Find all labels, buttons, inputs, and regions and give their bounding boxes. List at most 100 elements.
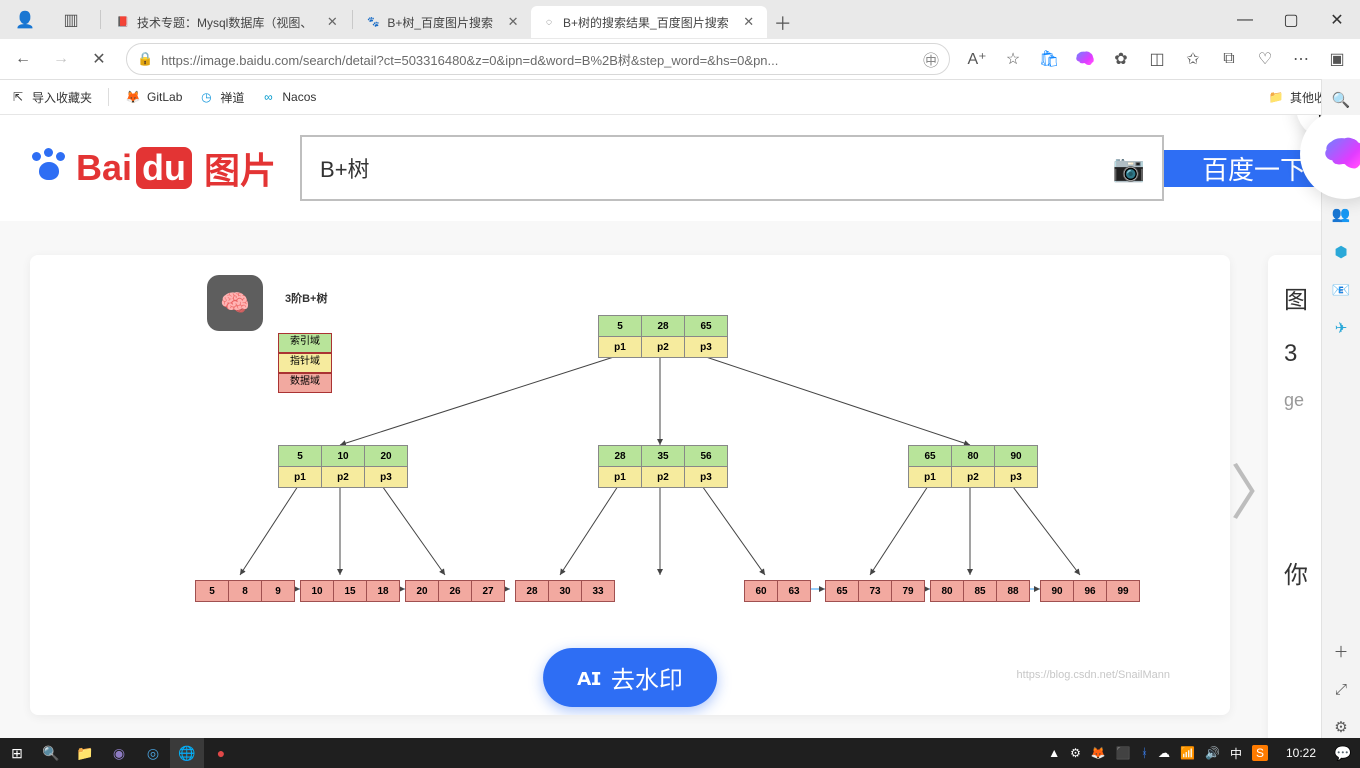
tray-overflow-icon[interactable]: ▲ (1048, 746, 1060, 760)
tab-favicon: 📕 (115, 14, 131, 30)
forward-button: → (44, 43, 78, 75)
tray-bluetooth-icon[interactable]: ᚼ (1141, 746, 1148, 760)
tree-internal-node: 658090 p1p2p3 (908, 445, 1038, 488)
import-bookmarks-button[interactable]: ⇱ 导入收藏夹 (10, 89, 92, 106)
collections-icon[interactable]: ⧉ (1212, 43, 1246, 75)
notifications-icon[interactable]: 💬 (1326, 738, 1360, 768)
tray-ime-icon[interactable]: 中 (1230, 745, 1242, 762)
back-button[interactable]: ← (6, 43, 40, 75)
tray-sogou-icon[interactable]: S (1252, 745, 1268, 761)
browser-tab-0[interactable]: 📕 技术专题：Mysql数据库（视图、 ✕ (105, 6, 350, 38)
tray-icon[interactable]: ⚙ (1070, 746, 1081, 760)
shopping-icon[interactable]: 🛍 (1032, 43, 1066, 75)
tab-label: B+树_百度图片搜索 (387, 14, 493, 31)
taskbar-explorer-icon[interactable]: 📁 (68, 738, 102, 768)
bookmark-label: Nacos (282, 90, 316, 104)
stop-button[interactable]: ✕ (82, 43, 116, 75)
sidebar-toggle-icon[interactable]: ▣ (1320, 43, 1354, 75)
favorites-list-icon[interactable]: ✩ (1176, 43, 1210, 75)
tab-label: 技术专题：Mysql数据库（视图、 (137, 14, 312, 31)
legend-pointer: 指针域 (278, 353, 332, 373)
bookmarks-bar: ⇱ 导入收藏夹 🦊 GitLab ◷ 禅道 ∞ Nacos 📁 其他收藏夹 (0, 80, 1360, 115)
more-icon[interactable]: ⋯ (1284, 43, 1318, 75)
taskbar-app-icon[interactable]: ◉ (102, 738, 136, 768)
windows-taskbar: ⊞ 🔍 📁 ◉ ◎ 🌐 ● ▲ ⚙ 🦊 ⬛ ᚼ ☁ 📶 🔊 中 S 10:22 … (0, 738, 1360, 768)
profile-icon[interactable]: 👤 (8, 4, 42, 36)
read-aloud-icon[interactable]: A⁺ (960, 43, 994, 75)
diagram-legend: 索引域 指针域 数据域 (278, 333, 332, 393)
nacos-icon: ∞ (260, 89, 276, 105)
tab-actions-icon[interactable]: ▥ (54, 4, 88, 36)
tree-leaf-node: 657379 (825, 580, 925, 602)
sidebar-search-icon[interactable]: 🔍 (1330, 89, 1352, 111)
heart-icon[interactable]: ♡ (1248, 43, 1282, 75)
tree-internal-node: 51020 p1p2p3 (278, 445, 408, 488)
baidu-paw-icon (30, 148, 70, 188)
tray-icon[interactable]: ⬛ (1116, 746, 1131, 760)
ai-icon: ᴀɪ (577, 664, 601, 692)
sidebar-people-icon[interactable]: 👥 (1330, 203, 1352, 225)
tray-wifi-icon[interactable]: 📶 (1180, 746, 1195, 760)
taskbar-clock[interactable]: 10:22 (1276, 746, 1326, 760)
tree-leaf-node: 808588 (930, 580, 1030, 602)
browser-tab-1[interactable]: 🐾 B+树_百度图片搜索 ✕ (355, 6, 531, 38)
button-label: 去水印 (611, 660, 683, 695)
extensions-icon[interactable]: ✿ (1104, 43, 1138, 75)
sidebar-send-icon[interactable]: ✈ (1330, 317, 1352, 339)
close-window-button[interactable]: ✕ (1314, 0, 1360, 39)
search-box: 📷 (300, 135, 1164, 201)
tray-cloud-icon[interactable]: ☁ (1158, 746, 1170, 760)
sidebar-outlook-icon[interactable]: 📧 (1330, 279, 1352, 301)
new-tab-button[interactable]: ＋ (767, 6, 799, 39)
folder-icon: 📁 (1268, 89, 1284, 105)
tree-leaf-node: 101518 (300, 580, 400, 602)
baidu-search-header: Baidu图片 📷 百度一下 (0, 115, 1360, 221)
browser-titlebar: 👤 ▥ 📕 技术专题：Mysql数据库（视图、 ✕ 🐾 B+树_百度图片搜索 ✕… (0, 0, 1360, 39)
brain-icon[interactable]: 🧠 (1068, 43, 1102, 75)
taskbar-search-icon[interactable]: 🔍 (34, 738, 68, 768)
translate-icon[interactable]: ㊥ (923, 47, 939, 71)
import-icon: ⇱ (10, 89, 26, 105)
remove-watermark-button[interactable]: ᴀɪ 去水印 (543, 648, 717, 707)
zentao-icon: ◷ (198, 89, 214, 105)
sidebar-capture-icon[interactable]: ⤢ (1330, 678, 1352, 700)
start-button[interactable]: ⊞ (0, 738, 34, 768)
sidebar-add-icon[interactable]: ＋ (1330, 640, 1352, 662)
bookmark-zentao[interactable]: ◷ 禅道 (198, 89, 244, 106)
bplus-tree-diagram: 🧠 3阶B+树 索引域 指针域 数据域 (30, 255, 1230, 715)
maximize-button[interactable]: ▢ (1268, 0, 1314, 39)
split-screen-icon[interactable]: ◫ (1140, 43, 1174, 75)
bookmark-gitlab[interactable]: 🦊 GitLab (125, 89, 182, 105)
tray-volume-icon[interactable]: 🔊 (1205, 746, 1220, 760)
bookmark-label: 禅道 (220, 89, 244, 106)
address-bar[interactable]: 🔒 https://image.baidu.com/search/detail?… (126, 43, 950, 75)
sidebar-settings-icon[interactable]: ⚙ (1330, 716, 1352, 738)
favorite-icon[interactable]: ☆ (996, 43, 1030, 75)
tray-icon[interactable]: 🦊 (1091, 746, 1106, 760)
browser-tab-2-active[interactable]: ◌ B+树的搜索结果_百度图片搜索 ✕ (531, 6, 767, 38)
taskbar-app-icon[interactable]: ◎ (136, 738, 170, 768)
tab-favicon: 🐾 (365, 14, 381, 30)
legend-index: 索引域 (278, 333, 332, 353)
search-input[interactable] (302, 137, 1098, 199)
close-icon[interactable]: ✕ (741, 14, 757, 30)
taskbar-record-icon[interactable]: ● (204, 738, 238, 768)
minimize-button[interactable]: — (1222, 0, 1268, 39)
system-tray[interactable]: ▲ ⚙ 🦊 ⬛ ᚼ ☁ 📶 🔊 中 S (1048, 745, 1276, 762)
browser-toolbar: ← → ✕ 🔒 https://image.baidu.com/search/d… (0, 39, 1360, 80)
tree-leaf-node: 283033 (515, 580, 615, 602)
close-icon[interactable]: ✕ (324, 14, 340, 30)
camera-search-icon[interactable]: 📷 (1098, 137, 1160, 199)
diagram-title: 3阶B+树 (285, 290, 328, 306)
tab-label: B+树的搜索结果_百度图片搜索 (563, 14, 729, 31)
taskbar-edge-icon[interactable]: 🌐 (170, 738, 204, 768)
ai-overlay-icon[interactable]: 🧠 (207, 275, 263, 331)
sidebar-hex-icon[interactable]: ⬢ (1330, 241, 1352, 263)
page-content: 💬 🧠 Baidu图片 📷 百度一下 🧠 3阶B+树 索引域 指针域 数据域 (0, 115, 1360, 740)
bookmark-nacos[interactable]: ∞ Nacos (260, 89, 316, 105)
lock-icon: 🔒 (137, 51, 153, 67)
baidu-logo[interactable]: Baidu图片 (76, 142, 276, 194)
tree-leaf-node: 6063 (744, 580, 811, 602)
tree-root-node: 52865 p1p2p3 (598, 315, 728, 358)
close-icon[interactable]: ✕ (505, 14, 521, 30)
